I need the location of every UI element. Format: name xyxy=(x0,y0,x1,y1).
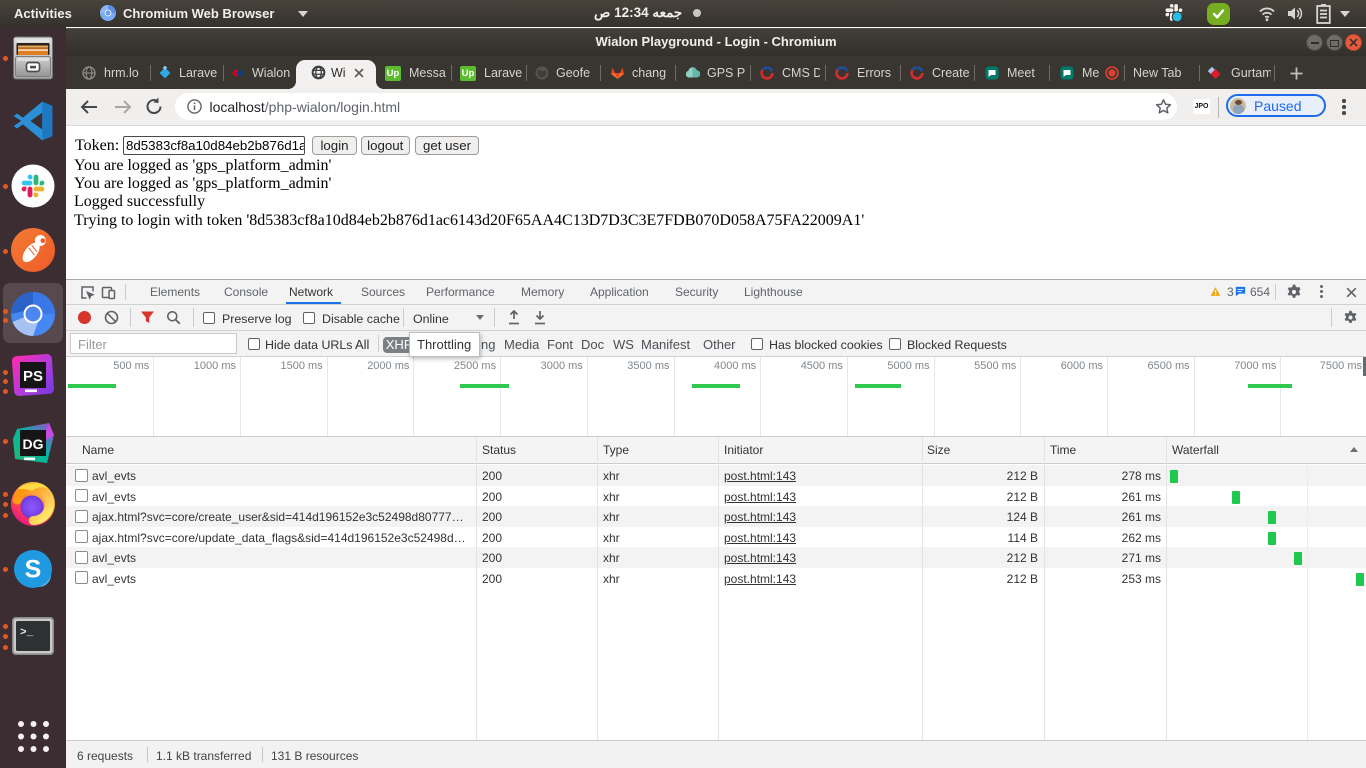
svg-text:>_: >_ xyxy=(20,627,34,639)
svg-text:PS: PS xyxy=(23,368,43,385)
svg-text:DG: DG xyxy=(23,436,44,452)
svg-text:S: S xyxy=(25,556,42,584)
